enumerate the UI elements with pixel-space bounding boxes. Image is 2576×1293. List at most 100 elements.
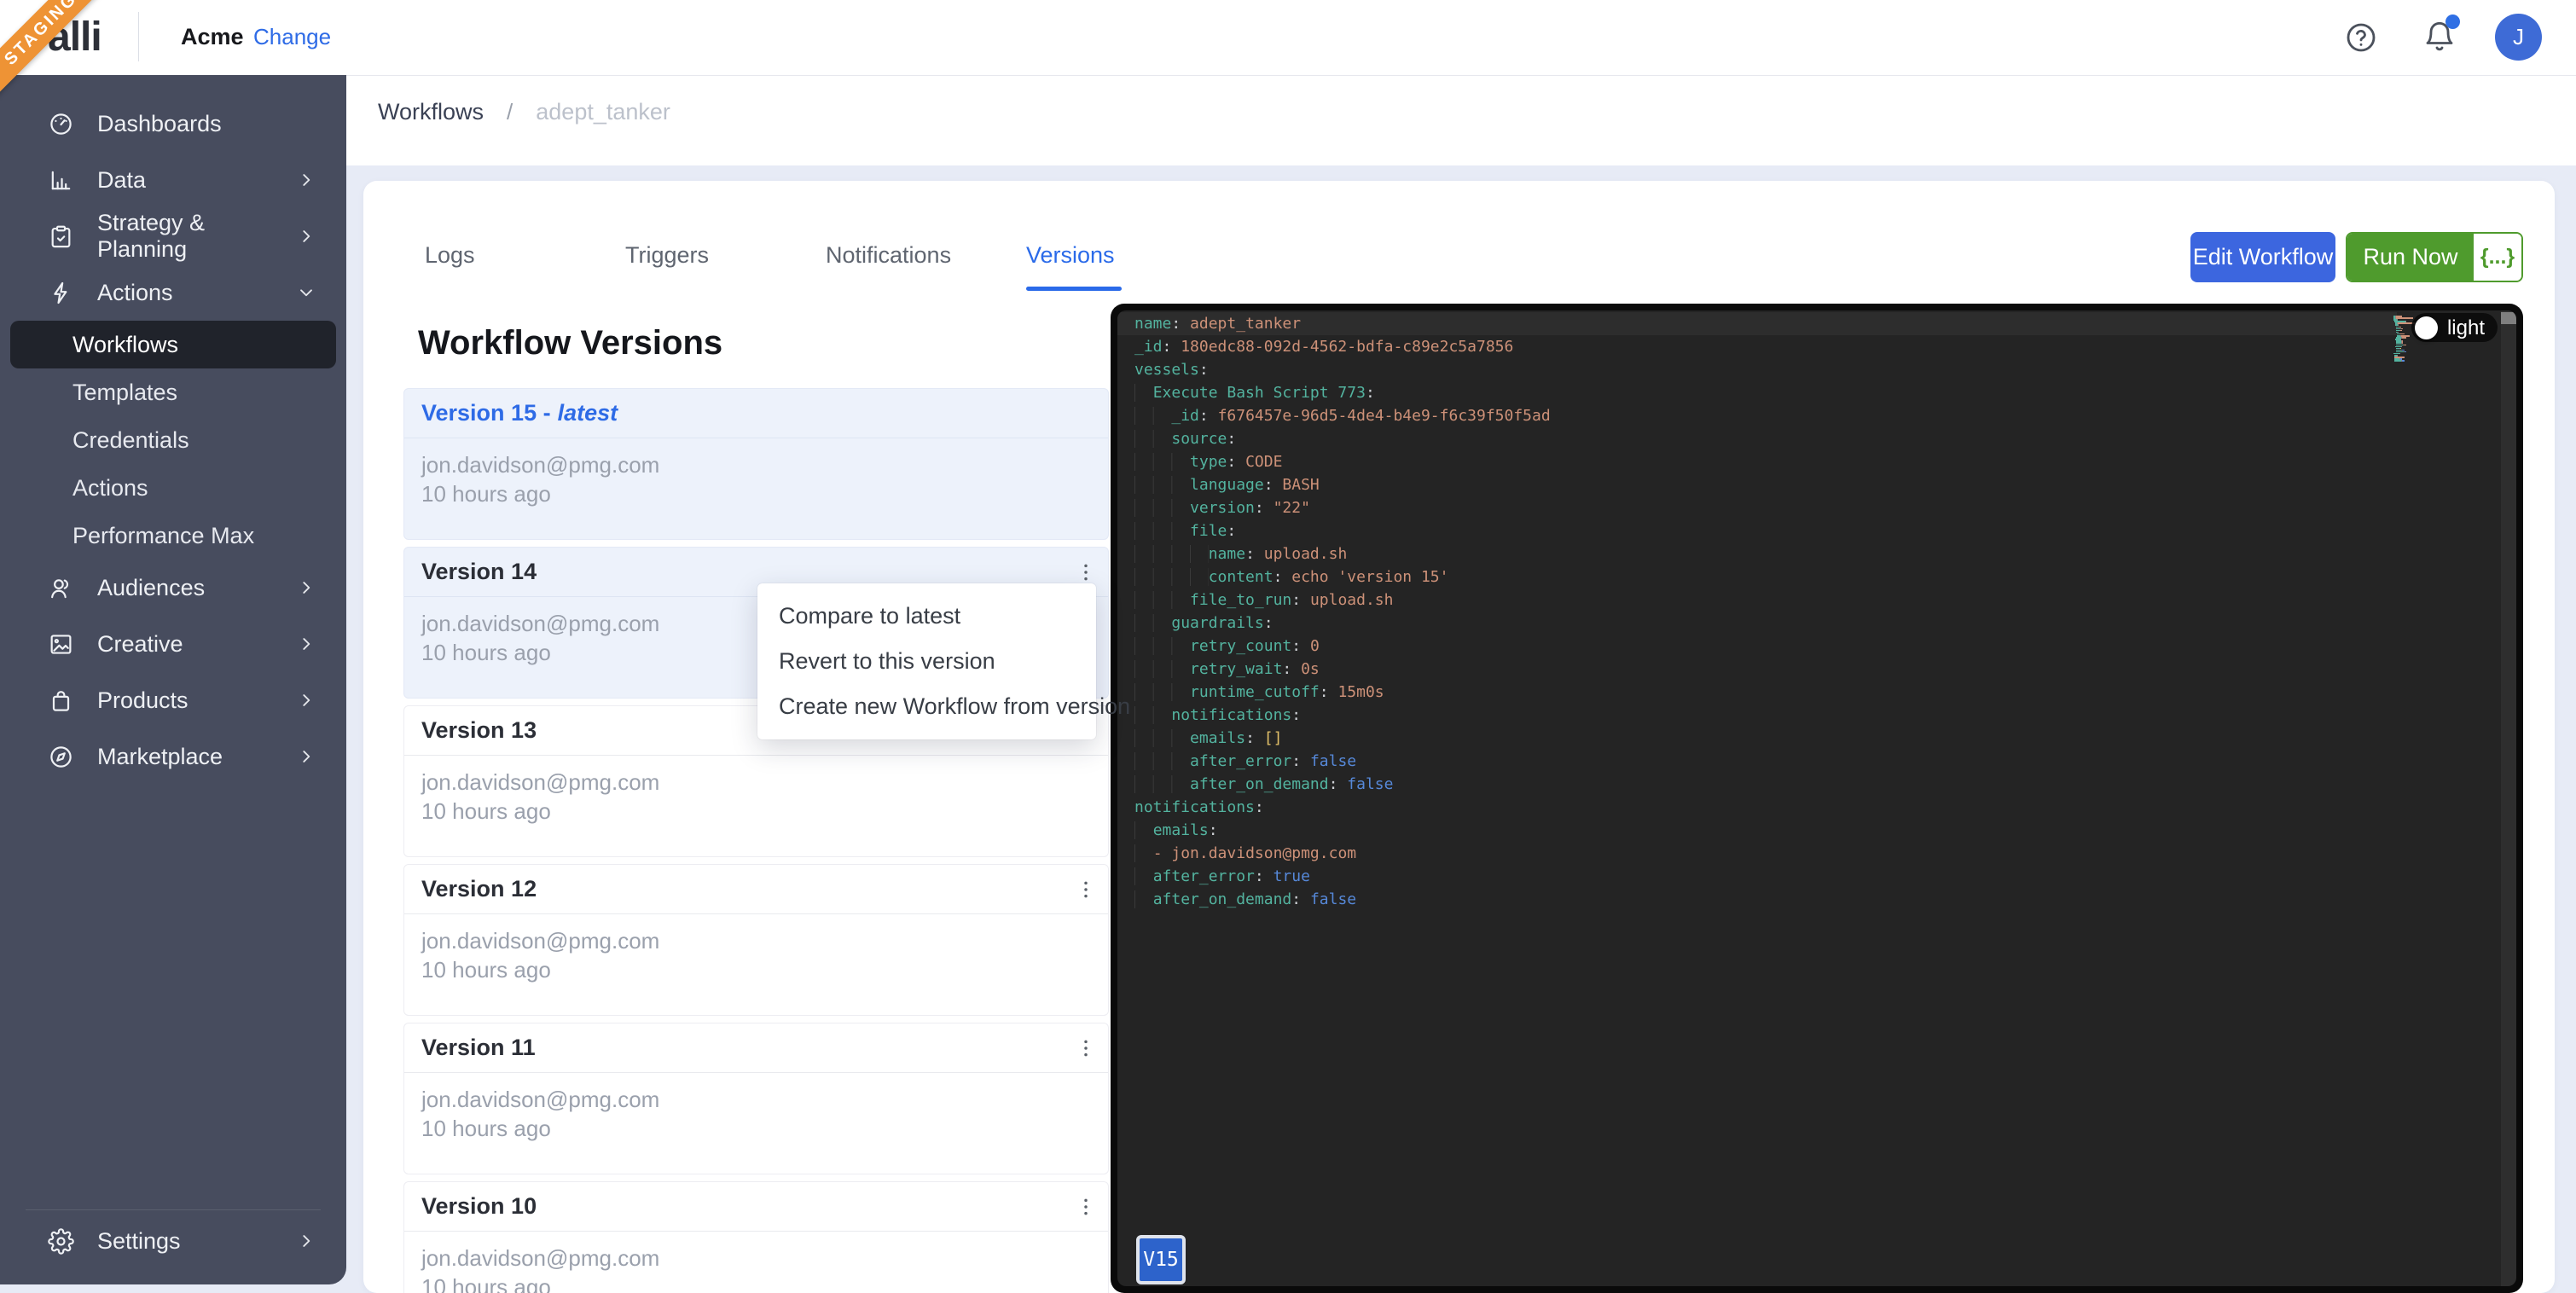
sidebar-subitem-templates[interactable]: Templates: [10, 368, 336, 416]
version-timestamp: 10 hours ago: [421, 481, 551, 507]
sidebar-item-products[interactable]: Products: [0, 672, 346, 728]
menu-item-compare-to-latest[interactable]: Compare to latest: [757, 594, 1096, 639]
sidebar: Dashboards Data Strategy & Planning Actions…: [0, 75, 346, 1284]
editor-scrollbar[interactable]: [2501, 310, 2516, 1286]
version-menu-button[interactable]: [1074, 878, 1098, 902]
help-icon[interactable]: [2344, 20, 2378, 55]
version-list: Version 15 - latest jon.davidson@pmg.com 10…: [403, 388, 1109, 1293]
chevron-right-icon: [295, 745, 317, 768]
image-icon: [48, 631, 74, 658]
sidebar-item-label: Strategy & Planning: [97, 210, 206, 262]
sidebar-settings-slot: Settings: [0, 1213, 346, 1269]
sidebar-item-label: Actions: [97, 279, 173, 305]
sidebar-item-label: Settings: [97, 1227, 181, 1254]
sidebar-item-label: Creative: [97, 630, 183, 657]
content-card: Logs Triggers Notifications Versions Edit W…: [363, 181, 2555, 1293]
users-icon: [48, 575, 74, 601]
menu-item-create-new-workflow-from-version[interactable]: Create new Workflow from version: [757, 684, 1130, 729]
app-root: Dashboards Data Strategy & Planning Actions…: [0, 0, 2576, 1293]
theme-toggle-label: light: [2446, 316, 2485, 339]
tab-versions[interactable]: Versions: [1026, 232, 1227, 293]
tab-triggers[interactable]: Triggers: [625, 232, 826, 293]
gear-icon: [48, 1227, 74, 1255]
compass-icon: [48, 744, 74, 770]
breadcrumb-separator: /: [507, 99, 513, 125]
breadcrumb-current: adept_tanker: [536, 99, 670, 125]
breadcrumb: Workflows / adept_tanker: [346, 75, 2576, 165]
version-meta: jon.davidson@pmg.com 10 hours ago: [404, 914, 1108, 996]
clipboard-icon: [48, 223, 74, 250]
sidebar-subitem-performance-max[interactable]: Performance Max: [10, 512, 336, 560]
chevron-right-icon: [295, 577, 317, 599]
version-menu-button[interactable]: [1074, 1036, 1098, 1060]
version-timestamp: 10 hours ago: [421, 957, 551, 983]
user-avatar[interactable]: J: [2495, 14, 2542, 61]
chevron-right-icon: [295, 169, 317, 191]
version-menu-button[interactable]: [1074, 560, 1098, 584]
chevron-right-icon: [295, 689, 317, 711]
sidebar-nav: Dashboards Data Strategy & Planning Actions…: [0, 75, 346, 785]
version-meta: jon.davidson@pmg.com 10 hours ago: [404, 1073, 1108, 1155]
version-card-version-11[interactable]: Version 11 jon.davidson@pmg.com 10 hours a…: [403, 1023, 1109, 1174]
sidebar-item-label: Marketplace: [97, 743, 223, 769]
version-menu-button[interactable]: [1074, 1195, 1098, 1219]
bell-icon[interactable]: [2422, 14, 2460, 54]
version-title: Version 10: [404, 1182, 1108, 1232]
notification-dot: [2445, 14, 2460, 29]
change-org-link[interactable]: Change: [253, 24, 331, 50]
sidebar-divider: [26, 1209, 321, 1210]
chevron-right-icon: [295, 633, 317, 655]
editor-scrollbar-thumb[interactable]: [2501, 312, 2516, 324]
version-author-email: jon.davidson@pmg.com: [421, 452, 660, 478]
version-author-email: jon.davidson@pmg.com: [421, 928, 660, 954]
theme-toggle-knob: [2414, 316, 2438, 339]
version-meta: jon.davidson@pmg.com 10 hours ago: [404, 438, 1108, 520]
sidebar-item-data[interactable]: Data: [0, 152, 346, 208]
version-title: Version 15 - latest: [404, 389, 1108, 438]
sidebar-item-label: Products: [97, 687, 189, 713]
version-timestamp: 10 hours ago: [421, 798, 551, 824]
theme-toggle[interactable]: light: [2411, 313, 2498, 342]
sidebar-item-marketplace[interactable]: Marketplace: [0, 728, 346, 785]
bag-icon: [48, 687, 74, 714]
version-meta: jon.davidson@pmg.com 10 hours ago: [404, 756, 1108, 838]
sidebar-item-dashboards[interactable]: Dashboards: [0, 96, 346, 152]
sidebar-item-label: Dashboards: [97, 110, 222, 136]
header-divider: [138, 12, 139, 61]
sidebar-item-creative[interactable]: Creative: [0, 616, 346, 672]
yaml-editor[interactable]: name: adept_tanker _id: 180edc88-092d-456…: [1117, 310, 2516, 1286]
version-timestamp: 10 hours ago: [421, 1274, 551, 1293]
code-panel: name: adept_tanker _id: 180edc88-092d-456…: [1111, 304, 2523, 1293]
org-name: Acme: [181, 24, 244, 49]
yaml-code: name: adept_tanker _id: 180edc88-092d-456…: [1134, 315, 1551, 908]
tab-bar: Logs Triggers Notifications Versions: [425, 232, 1227, 293]
sidebar-item-settings[interactable]: Settings: [0, 1213, 346, 1269]
edit-workflow-button[interactable]: Edit Workflow: [2190, 232, 2335, 282]
version-context-menu: Compare to latest Revert to this version C…: [757, 583, 1130, 739]
page-title: Workflow Versions: [418, 324, 723, 362]
version-card-version-10[interactable]: Version 10 jon.davidson@pmg.com 10 hours a…: [403, 1181, 1109, 1293]
sidebar-item-actions[interactable]: Actions: [0, 264, 346, 321]
sidebar-item-audiences[interactable]: Audiences: [0, 560, 346, 616]
menu-item-revert-to-this-version[interactable]: Revert to this version: [757, 639, 1096, 684]
sidebar-subitem-actions[interactable]: Actions: [10, 464, 336, 512]
breadcrumb-section[interactable]: Workflows: [378, 99, 484, 125]
tab-logs[interactable]: Logs: [425, 232, 625, 293]
sidebar-subitem-credentials[interactable]: Credentials: [10, 416, 336, 464]
version-author-email: jon.davidson@pmg.com: [421, 1245, 660, 1271]
tab-notifications[interactable]: Notifications: [826, 232, 1026, 293]
top-header: alli Acme Change J: [0, 0, 2576, 75]
version-card-version-15[interactable]: Version 15 - latest jon.davidson@pmg.com 10…: [403, 388, 1109, 540]
sidebar-item-label: Data: [97, 166, 147, 193]
sidebar-item-strategy-planning[interactable]: Strategy & Planning: [0, 208, 346, 264]
version-title: Version 12: [404, 865, 1108, 914]
version-meta: jon.davidson@pmg.com 10 hours ago: [404, 1232, 1108, 1293]
sidebar-subitem-workflows[interactable]: Workflows: [10, 321, 336, 368]
run-now-button[interactable]: Run Now: [2347, 234, 2474, 281]
chevron-down-icon: [295, 281, 317, 304]
version-card-version-12[interactable]: Version 12 jon.davidson@pmg.com 10 hours a…: [403, 864, 1109, 1016]
chevron-right-icon: [295, 1230, 317, 1252]
run-with-payload-button[interactable]: {...}: [2474, 234, 2521, 281]
version-badge[interactable]: V15: [1136, 1235, 1186, 1284]
run-now-split-button: Run Now {...}: [2346, 232, 2523, 282]
